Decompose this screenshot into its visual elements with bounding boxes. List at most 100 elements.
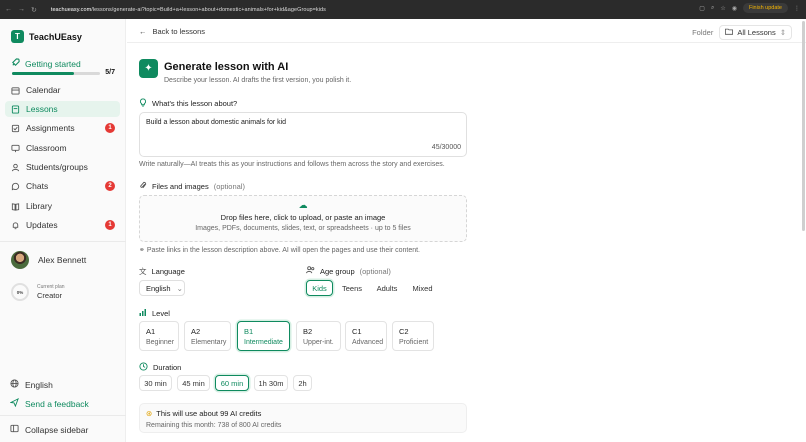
profile-icon[interactable]: ◉ xyxy=(732,5,737,12)
back-to-lessons-link[interactable]: ← Back to lessons xyxy=(139,27,205,36)
folder-label: Folder xyxy=(692,28,714,37)
sidebar-item-label: Chats xyxy=(26,181,49,191)
library-icon xyxy=(11,202,20,211)
getting-started-count: 5/7 xyxy=(105,69,115,76)
age-option-mixed[interactable]: Mixed xyxy=(408,280,437,296)
assignments-icon xyxy=(11,124,20,133)
chats-badge: 2 xyxy=(105,181,115,191)
sidebar-item-assignments[interactable]: Assignments 1 xyxy=(5,120,120,136)
reload-icon[interactable]: ↻ xyxy=(31,6,37,14)
age-group-label: Age group (optional) xyxy=(306,266,391,276)
browser-actions: ▢ ⌕ ☆ ◉ Finish update ⋮ xyxy=(699,3,800,13)
lessons-icon xyxy=(11,104,20,114)
credits-estimate: This will use about 99 AI credits xyxy=(156,409,262,418)
extensions-icon[interactable]: ▢ xyxy=(699,5,705,12)
level-option-c1[interactable]: C1 Advanced xyxy=(345,321,387,351)
address-bar[interactable]: teachueasy.com/lessons/generate-ai?topic… xyxy=(51,7,326,13)
sidebar-item-label: Lessons xyxy=(26,104,58,114)
duration-option-90[interactable]: 1h 30m xyxy=(254,375,288,391)
back-arrow-icon[interactable]: ← xyxy=(5,6,12,14)
back-label: Back to lessons xyxy=(152,27,206,36)
logo-icon: T xyxy=(11,30,24,43)
translate-icon: 文 xyxy=(139,267,147,276)
sidebar-item-label: Students/groups xyxy=(26,162,88,172)
age-option-teens[interactable]: Teens xyxy=(338,280,366,296)
sidebar-item-students[interactable]: Students/groups xyxy=(5,159,120,175)
duration-option-30[interactable]: 30 min xyxy=(139,375,172,391)
level-label: Level xyxy=(139,308,170,318)
plan-usage-ring: 0% xyxy=(11,283,29,301)
level-code: C2 xyxy=(399,327,409,336)
url-host: teachueasy.com xyxy=(50,6,92,13)
collapse-icon xyxy=(10,424,19,435)
send-feedback-button[interactable]: Send a feedback xyxy=(9,397,89,409)
getting-started[interactable]: Getting started 5/7 xyxy=(11,58,119,76)
getting-started-label: Getting started xyxy=(25,58,81,69)
age-option-kids[interactable]: Kids xyxy=(306,280,333,296)
paperclip-icon xyxy=(139,181,147,192)
updates-badge: 1 xyxy=(105,220,115,230)
link-icon: ⚭ xyxy=(139,247,145,254)
file-dropzone[interactable]: ☁ Drop files here, click to upload, or p… xyxy=(139,195,467,242)
char-counter: 45/30000 xyxy=(431,144,461,151)
duration-option-45[interactable]: 45 min xyxy=(177,375,210,391)
forward-arrow-icon[interactable]: → xyxy=(18,6,25,14)
level-code: A2 xyxy=(191,327,201,336)
sidebar-divider xyxy=(0,241,126,242)
sidebar-item-calendar[interactable]: Calendar xyxy=(5,82,120,98)
level-label-text: Level xyxy=(152,308,170,318)
duration-label-text: Duration xyxy=(153,363,182,372)
collapse-sidebar-button[interactable]: Collapse sidebar xyxy=(10,424,88,435)
links-hint-text: Paste links in the lesson description ab… xyxy=(146,247,420,254)
menu-icon[interactable]: ⋮ xyxy=(794,5,800,12)
finish-update-button[interactable]: Finish update xyxy=(742,3,788,13)
avatar xyxy=(11,251,29,269)
arrow-left-icon: ← xyxy=(139,27,147,36)
level-option-b2[interactable]: B2 Upper-int. xyxy=(296,321,341,351)
level-option-a1[interactable]: A1 Beginner xyxy=(139,321,179,351)
sparkles-icon: ✦ xyxy=(139,59,158,78)
language-switcher[interactable]: English xyxy=(10,379,53,390)
dropzone-title: Drop files here, click to upload, or pas… xyxy=(220,213,386,222)
brand[interactable]: T TeachUEasy xyxy=(11,30,82,43)
user-profile[interactable]: Alex Bennett xyxy=(11,251,86,269)
links-hint: ⚭ Paste links in the lesson description … xyxy=(139,246,420,254)
top-bar: ← Back to lessons Folder All Lessons ⇕ xyxy=(127,19,806,43)
level-desc: Beginner xyxy=(146,339,175,346)
zoom-icon[interactable]: ⌕ xyxy=(711,5,714,12)
about-hint: Write naturally—AI treats this as your i… xyxy=(139,161,445,168)
getting-started-progress xyxy=(12,72,100,75)
classroom-icon xyxy=(11,144,20,153)
level-option-a2[interactable]: A2 Elementary xyxy=(184,321,231,351)
folder-selector: Folder All Lessons ⇕ xyxy=(692,25,792,40)
sidebar-item-classroom[interactable]: Classroom xyxy=(5,140,120,156)
rocket-icon xyxy=(11,58,20,69)
folder-value: All Lessons xyxy=(737,28,776,37)
level-desc: Intermediate xyxy=(244,339,283,346)
level-code: C1 xyxy=(352,327,362,336)
sidebar-item-library[interactable]: Library xyxy=(5,198,120,214)
sidebar-item-lessons[interactable]: Lessons xyxy=(5,101,120,117)
send-icon xyxy=(9,397,19,409)
plan-value: Creator xyxy=(37,291,63,300)
folder-dropdown[interactable]: All Lessons ⇕ xyxy=(719,25,792,40)
level-desc: Elementary xyxy=(191,339,227,346)
about-label: What's this lesson about? xyxy=(139,98,237,109)
sidebar-item-updates[interactable]: Updates 1 xyxy=(5,217,120,233)
page-subtitle: Describe your lesson. AI drafts the firs… xyxy=(164,77,352,84)
level-code: B1 xyxy=(244,327,254,336)
level-option-b1[interactable]: B1 Intermediate xyxy=(237,321,290,351)
level-option-c2[interactable]: C2 Proficient xyxy=(392,321,434,351)
language-select[interactable]: English ⌄ xyxy=(139,280,185,296)
duration-option-120[interactable]: 2h xyxy=(293,375,312,391)
lesson-description-input[interactable]: Build a lesson about domestic animals fo… xyxy=(139,112,467,157)
upload-cloud-icon: ☁ xyxy=(298,200,308,210)
age-option-adults[interactable]: Adults xyxy=(372,280,402,296)
duration-option-60[interactable]: 60 min xyxy=(215,375,249,391)
students-icon xyxy=(11,163,20,172)
bookmark-icon[interactable]: ☆ xyxy=(720,5,725,12)
language-label: English xyxy=(25,379,53,390)
page-scrollbar[interactable] xyxy=(802,21,805,231)
sidebar-item-chats[interactable]: Chats 2 xyxy=(5,178,120,194)
current-plan[interactable]: 0% Current plan Creator xyxy=(11,283,65,301)
